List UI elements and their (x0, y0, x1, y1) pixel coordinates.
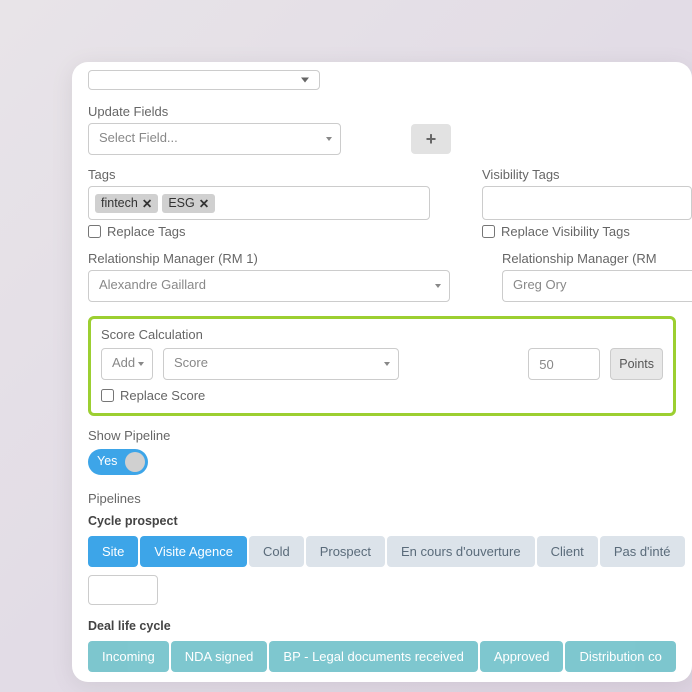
score-unit-label: Points (610, 348, 663, 380)
replace-tags-checkbox[interactable] (88, 225, 101, 238)
score-op-select[interactable]: Add (101, 348, 153, 380)
score-field-value: Score (174, 355, 208, 370)
score-op-value: Add (112, 355, 135, 370)
replace-score-checkbox[interactable] (101, 389, 114, 402)
replace-visibility-checkbox[interactable] (482, 225, 495, 238)
replace-visibility-checkbox-row[interactable]: Replace Visibility Tags (482, 224, 692, 239)
rm2-select[interactable]: Greg Ory (502, 270, 692, 302)
show-pipeline-label: Show Pipeline (88, 428, 692, 443)
replace-score-row[interactable]: Replace Score (101, 388, 663, 403)
pipeline-stage[interactable]: Incoming (88, 641, 169, 672)
pipeline-2-stages: Incoming NDA signed BP - Legal documents… (88, 641, 692, 672)
score-label: Score Calculation (101, 327, 663, 342)
pipeline-stage[interactable]: Visite Agence (140, 536, 247, 567)
rm1-label: Relationship Manager (RM 1) (88, 251, 450, 266)
replace-visibility-label: Replace Visibility Tags (501, 224, 630, 239)
score-calculation-section: Score Calculation Add Score Points Repla… (88, 316, 676, 416)
select-placeholder: Select Field... (99, 130, 178, 145)
replace-tags-label: Replace Tags (107, 224, 186, 239)
pipeline-1-input[interactable] (88, 575, 158, 605)
pipelines-label: Pipelines (88, 491, 692, 506)
score-unit-text: Points (619, 357, 654, 371)
tag-chip: ESG ✕ (162, 194, 215, 213)
pipeline-stage[interactable]: Client (537, 536, 598, 567)
score-value-input[interactable] (528, 348, 600, 380)
pipeline-2-title: Deal life cycle (88, 619, 692, 633)
rm1-value: Alexandre Gaillard (99, 277, 206, 292)
close-icon[interactable]: ✕ (199, 196, 209, 211)
replace-tags-checkbox-row[interactable]: Replace Tags (88, 224, 430, 239)
tag-text: fintech (101, 196, 138, 210)
rm2-label: Relationship Manager (RM (502, 251, 692, 266)
pipeline-1-title: Cycle prospect (88, 514, 692, 528)
toggle-on-text: Yes (97, 454, 117, 468)
pipeline-stage[interactable]: Distribution co (565, 641, 675, 672)
pipeline-stage[interactable]: Approved (480, 641, 564, 672)
form-card: Update Fields Select Field... + Tags fin… (72, 62, 692, 682)
pipeline-stage[interactable]: NDA signed (171, 641, 268, 672)
rm1-select[interactable]: Alexandre Gaillard (88, 270, 450, 302)
chevron-down-icon (138, 362, 144, 366)
plus-icon: + (426, 129, 437, 150)
pipeline-stage[interactable]: Cold (249, 536, 304, 567)
pipeline-1-stages: Site Visite Agence Cold Prospect En cour… (88, 536, 692, 567)
visibility-tags-label: Visibility Tags (482, 167, 692, 182)
tag-text: ESG (168, 196, 194, 210)
close-icon[interactable]: ✕ (142, 196, 152, 211)
add-field-button[interactable]: + (411, 124, 451, 154)
toggle-knob (125, 452, 145, 472)
pipeline-stage[interactable]: Pas d'inté (600, 536, 685, 567)
tag-chip: fintech ✕ (95, 194, 158, 213)
chevron-down-icon (384, 362, 390, 366)
chevron-down-icon (435, 284, 441, 288)
replace-score-label: Replace Score (120, 388, 205, 403)
pipeline-stage[interactable]: En cours d'ouverture (387, 536, 535, 567)
score-field-select[interactable]: Score (163, 348, 399, 380)
chevron-down-icon (301, 78, 309, 83)
pipeline-stage[interactable]: Prospect (306, 536, 385, 567)
pipeline-stage[interactable]: BP - Legal documents received (269, 641, 477, 672)
tags-label: Tags (88, 167, 430, 182)
show-pipeline-toggle[interactable]: Yes (88, 449, 148, 475)
update-fields-label: Update Fields (88, 104, 692, 119)
visibility-tags-input[interactable] (482, 186, 692, 220)
pipeline-stage[interactable]: Site (88, 536, 138, 567)
update-fields-select[interactable]: Select Field... (88, 123, 341, 155)
chevron-down-icon (326, 137, 332, 141)
tags-input[interactable]: fintech ✕ ESG ✕ (88, 186, 430, 220)
top-select[interactable] (88, 70, 320, 90)
rm2-value: Greg Ory (513, 277, 566, 292)
